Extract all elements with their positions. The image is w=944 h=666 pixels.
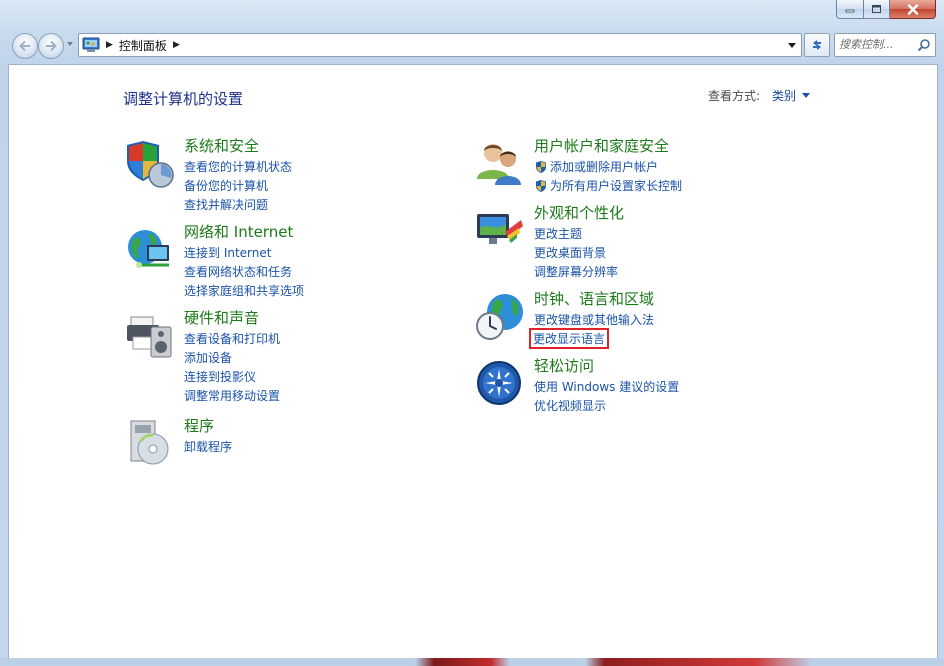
address-bar[interactable]: ▶ 控制面板 ▶ — [78, 33, 802, 57]
link-change-theme[interactable]: 更改主题 — [534, 225, 582, 242]
link-desktop-background[interactable]: 更改桌面背景 — [534, 244, 606, 261]
recent-pages-icon[interactable] — [66, 41, 74, 47]
category-title[interactable]: 系统和安全 — [184, 135, 259, 156]
minimize-icon — [845, 9, 855, 13]
category-links: 更改键盘或其他输入法 更改显示语言 — [528, 310, 654, 349]
chevron-down-icon — [788, 42, 796, 48]
link-backup-computer[interactable]: 备份您的计算机 — [184, 177, 268, 194]
uac-shield-icon — [536, 160, 546, 173]
forward-button[interactable] — [38, 33, 64, 59]
view-by-value[interactable]: 类别 — [772, 87, 796, 104]
link-homegroup-sharing[interactable]: 选择家庭组和共享选项 — [184, 282, 304, 299]
category-title[interactable]: 外观和个性化 — [534, 202, 624, 223]
category-links: 查看您的计算机状态 备份您的计算机 查找并解决问题 — [184, 157, 292, 214]
link-view-computer-status[interactable]: 查看您的计算机状态 — [184, 158, 292, 175]
link-connect-projector[interactable]: 连接到投影仪 — [184, 368, 256, 385]
control-panel-icon — [82, 37, 100, 52]
close-button[interactable] — [890, 0, 936, 19]
back-arrow-icon — [19, 40, 30, 52]
category-title[interactable]: 用户帐户和家庭安全 — [534, 135, 669, 156]
search-input[interactable] — [839, 36, 911, 52]
page-title: 调整计算机的设置 — [123, 90, 244, 108]
maximize-icon — [872, 5, 881, 13]
link-mobility-settings[interactable]: 调整常用移动设置 — [184, 387, 280, 404]
caption-buttons — [836, 0, 936, 20]
category-title[interactable]: 轻松访问 — [534, 355, 594, 376]
link-add-remove-accounts[interactable]: 添加或删除用户帐户 — [550, 158, 658, 175]
breadcrumb-separator-icon[interactable]: ▶ — [173, 40, 180, 50]
link-optimize-visual-display[interactable]: 优化视频显示 — [534, 397, 606, 414]
category-links: 更改主题 更改桌面背景 调整屏幕分辨率 — [534, 224, 618, 281]
chevron-down-icon — [802, 93, 811, 98]
close-icon — [907, 3, 918, 15]
content-pane: 调整计算机的设置 查看方式: 类别 系统和安全 查看您的计算机状态 备份您的计算… — [8, 64, 938, 660]
view-by: 查看方式: 类别 — [708, 87, 811, 104]
category-links: 使用 Windows 建议的设置 优化视频显示 — [534, 377, 679, 415]
breadcrumb-separator-icon[interactable]: ▶ — [106, 40, 113, 50]
navigation-bar: ▶ 控制面板 ▶ — [8, 31, 936, 59]
link-devices-printers[interactable]: 查看设备和打印机 — [184, 330, 280, 347]
category-links: 卸载程序 — [184, 437, 232, 456]
programs-disc-icon[interactable] — [125, 419, 175, 469]
category-links: 连接到 Internet 查看网络状态和任务 选择家庭组和共享选项 — [184, 243, 304, 300]
link-find-fix-problems[interactable]: 查找并解决问题 — [184, 196, 268, 213]
link-change-display-language[interactable]: 更改显示语言 — [528, 328, 610, 349]
window-frame: ▶ 控制面板 ▶ 调整计算机的设置 查看方式: 类别 — [0, 0, 944, 666]
link-recommended-settings[interactable]: 使用 Windows 建议的设置 — [534, 378, 679, 395]
search-icon — [917, 39, 930, 52]
breadcrumb-control-panel[interactable]: 控制面板 — [119, 37, 167, 54]
search-button[interactable] — [917, 37, 931, 56]
category-title[interactable]: 程序 — [184, 415, 214, 436]
printer-speaker-icon[interactable] — [125, 311, 175, 361]
address-dropdown-button[interactable] — [783, 34, 801, 56]
taskbar-strip — [0, 658, 944, 666]
users-icon[interactable] — [475, 139, 525, 189]
category-title[interactable]: 硬件和声音 — [184, 307, 259, 328]
maximize-button[interactable] — [864, 0, 890, 19]
refresh-icon — [813, 40, 821, 50]
globe-network-icon[interactable] — [125, 225, 175, 275]
link-parental-controls[interactable]: 为所有用户设置家长控制 — [550, 177, 682, 194]
back-button[interactable] — [12, 33, 38, 59]
category-title[interactable]: 网络和 Internet — [184, 221, 293, 242]
search-box[interactable] — [834, 33, 936, 57]
ease-of-access-icon[interactable] — [475, 359, 525, 409]
globe-clock-icon[interactable] — [475, 292, 525, 342]
uac-shield-icon — [536, 179, 546, 192]
forward-arrow-icon — [46, 40, 57, 52]
refresh-button[interactable] — [804, 33, 830, 57]
view-by-label: 查看方式: — [708, 89, 761, 103]
link-network-status[interactable]: 查看网络状态和任务 — [184, 263, 292, 280]
link-screen-resolution[interactable]: 调整屏幕分辨率 — [534, 263, 618, 280]
monitor-paint-icon[interactable] — [475, 206, 525, 256]
minimize-button[interactable] — [836, 0, 864, 19]
link-add-device[interactable]: 添加设备 — [184, 349, 232, 366]
link-connect-internet[interactable]: 连接到 Internet — [184, 244, 271, 261]
link-change-input-methods[interactable]: 更改键盘或其他输入法 — [534, 311, 654, 328]
link-uninstall-program[interactable]: 卸载程序 — [184, 438, 232, 455]
category-links: 添加或删除用户帐户 为所有用户设置家长控制 — [534, 157, 682, 195]
category-title[interactable]: 时钟、语言和区域 — [534, 288, 654, 309]
category-links: 查看设备和打印机 添加设备 连接到投影仪 调整常用移动设置 — [184, 329, 280, 405]
view-by-select[interactable]: 类别 — [772, 87, 811, 104]
shield-chart-icon[interactable] — [125, 139, 175, 189]
